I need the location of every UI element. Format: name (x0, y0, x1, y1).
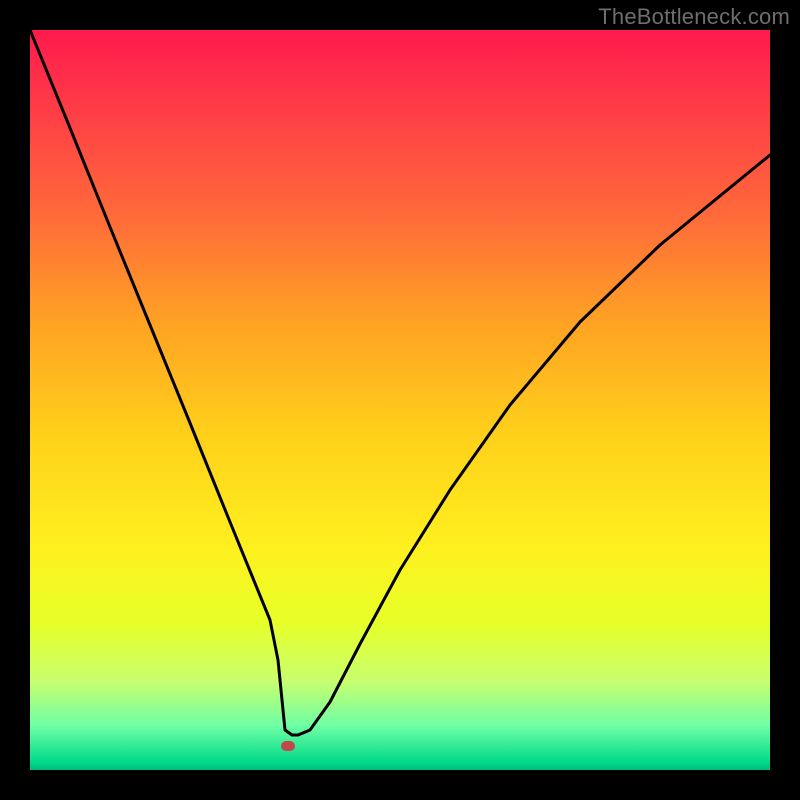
plot-area (30, 30, 770, 770)
watermark-label: TheBottleneck.com (598, 4, 790, 30)
chart-canvas (30, 30, 770, 770)
optimum-marker (281, 741, 295, 751)
outer-frame: TheBottleneck.com (0, 0, 800, 800)
bottleneck-curve-path (30, 30, 770, 735)
